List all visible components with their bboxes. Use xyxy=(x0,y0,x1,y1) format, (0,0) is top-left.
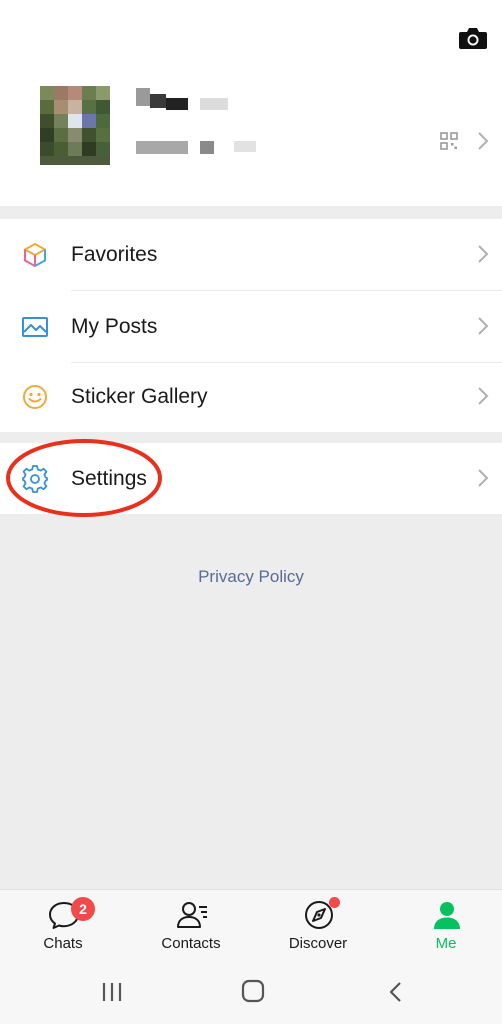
qr-code-icon[interactable] xyxy=(440,132,458,150)
camera-icon[interactable] xyxy=(458,26,488,50)
chevron-right-icon xyxy=(478,317,489,335)
menu-item-sticker-gallery[interactable]: Sticker Gallery xyxy=(0,361,502,432)
tab-chats[interactable]: Chats xyxy=(13,890,113,961)
contacts-icon xyxy=(177,902,207,928)
menu-item-label: Favorites xyxy=(71,243,158,266)
tab-label: Chats xyxy=(43,935,83,952)
person-icon xyxy=(434,902,460,929)
tab-discover[interactable]: Discover xyxy=(268,890,368,961)
menu-item-favorites[interactable]: Favorites xyxy=(0,219,502,290)
unread-badge: 2 xyxy=(71,897,95,921)
notification-dot xyxy=(329,897,340,908)
chevron-right-icon xyxy=(478,387,489,405)
tab-contacts[interactable]: Contacts xyxy=(141,890,241,961)
profile-header[interactable] xyxy=(0,0,502,206)
tab-me[interactable]: Me xyxy=(396,890,496,961)
avatar[interactable] xyxy=(40,86,122,165)
menu-group-main: Favorites My Posts Sticker Gallery xyxy=(0,219,502,432)
tab-label: Discover xyxy=(288,935,348,952)
highlight-ellipse xyxy=(6,439,162,517)
privacy-policy-label: Privacy Policy xyxy=(198,567,304,586)
chevron-right-icon[interactable] xyxy=(476,130,490,152)
menu-item-my-posts[interactable]: My Posts xyxy=(0,291,502,362)
menu-item-label: Sticker Gallery xyxy=(71,385,208,408)
back-icon[interactable] xyxy=(386,980,406,1004)
image-icon xyxy=(22,317,48,337)
privacy-policy-link[interactable]: Privacy Policy xyxy=(0,567,502,587)
home-icon[interactable] xyxy=(241,979,265,1003)
chevron-right-icon xyxy=(478,469,489,487)
tab-label: Contacts xyxy=(161,935,221,952)
chevron-right-icon xyxy=(478,245,489,263)
cube-icon xyxy=(24,243,46,267)
menu-item-label: My Posts xyxy=(71,315,158,338)
recent-apps-icon[interactable] xyxy=(100,980,124,1004)
system-nav-bar xyxy=(0,960,502,1024)
tab-label: Me xyxy=(435,935,457,952)
smiley-icon xyxy=(23,385,47,409)
